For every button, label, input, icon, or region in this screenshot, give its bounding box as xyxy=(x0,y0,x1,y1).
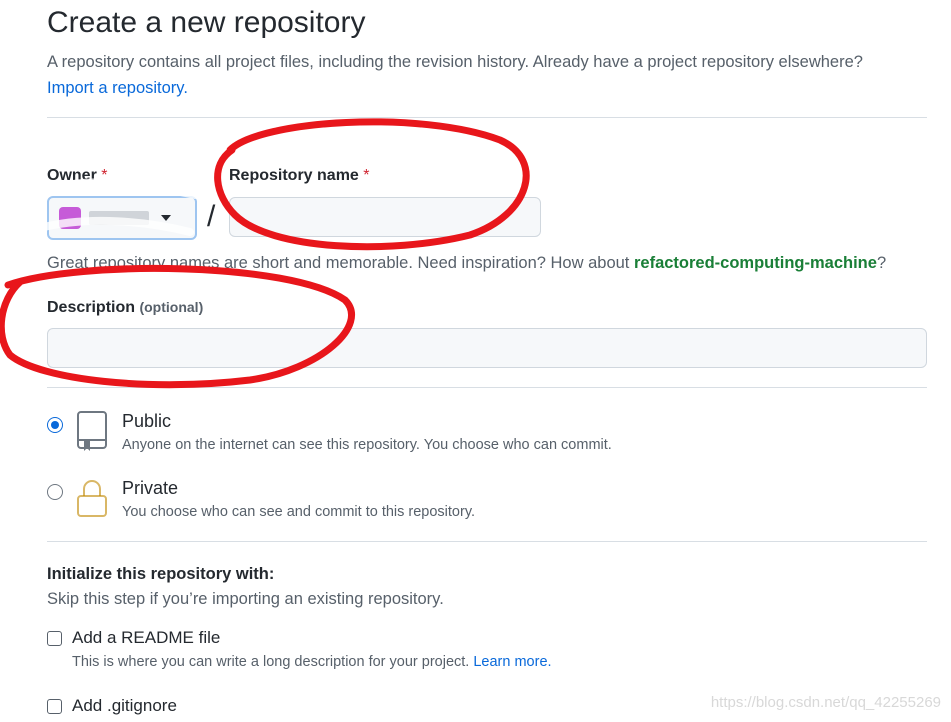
public-description: Anyone on the internet can see this repo… xyxy=(122,437,612,453)
divider xyxy=(47,541,927,542)
hint-end: ? xyxy=(876,254,887,272)
owner-name-redacted xyxy=(89,211,149,225)
gitignore-label[interactable]: Add .gitignore xyxy=(72,696,177,716)
private-title: Private xyxy=(122,478,179,498)
repository-name-hint: Great repository names are short and mem… xyxy=(47,254,886,273)
private-description: You choose who can see and commit to thi… xyxy=(122,504,476,520)
readme-checkbox[interactable] xyxy=(47,631,62,646)
repo-icon xyxy=(77,411,107,451)
lock-icon xyxy=(77,480,107,517)
public-radio[interactable] xyxy=(47,417,63,433)
gitignore-checkbox[interactable] xyxy=(47,699,62,714)
owner-label-text: Owner xyxy=(47,167,97,184)
owner-repo-separator: / xyxy=(207,200,216,233)
import-repository-link[interactable]: Import a repository. xyxy=(47,79,188,97)
chevron-down-icon xyxy=(161,215,171,221)
public-title: Public xyxy=(122,411,172,431)
learn-more-link[interactable]: Learn more. xyxy=(473,654,551,670)
repository-name-required-mark: * xyxy=(363,167,370,184)
readme-label[interactable]: Add a README file xyxy=(72,628,220,648)
description-label-text: Description xyxy=(47,299,136,316)
repository-name-label: Repository name * xyxy=(229,167,370,185)
name-suggestion[interactable]: refactored-computing-machine xyxy=(634,254,877,272)
repository-name-input[interactable] xyxy=(229,197,541,237)
optional-tag: (optional) xyxy=(139,299,204,315)
readme-description: This is where you can write a long descr… xyxy=(72,654,552,670)
divider xyxy=(47,387,927,388)
intro-text: A repository contains all project files,… xyxy=(47,49,927,101)
page-title: Create a new repository xyxy=(47,6,366,39)
owner-dropdown[interactable] xyxy=(47,196,197,240)
private-radio[interactable] xyxy=(47,484,63,500)
watermark: https://blog.csdn.net/qq_42255269 xyxy=(710,694,941,711)
initialize-title: Initialize this repository with: xyxy=(47,565,275,583)
description-input[interactable] xyxy=(47,328,927,368)
divider xyxy=(47,117,927,118)
avatar xyxy=(59,207,81,229)
owner-required-mark: * xyxy=(101,167,108,184)
owner-label: Owner * xyxy=(47,167,107,185)
description-label: Description (optional) xyxy=(47,299,203,317)
readme-description-text: This is where you can write a long descr… xyxy=(72,654,470,670)
intro-description: A repository contains all project files,… xyxy=(47,53,863,71)
initialize-subtitle: Skip this step if you’re importing an ex… xyxy=(47,590,444,608)
repository-name-label-text: Repository name xyxy=(229,167,359,184)
hint-text: Great repository names are short and mem… xyxy=(47,254,630,272)
